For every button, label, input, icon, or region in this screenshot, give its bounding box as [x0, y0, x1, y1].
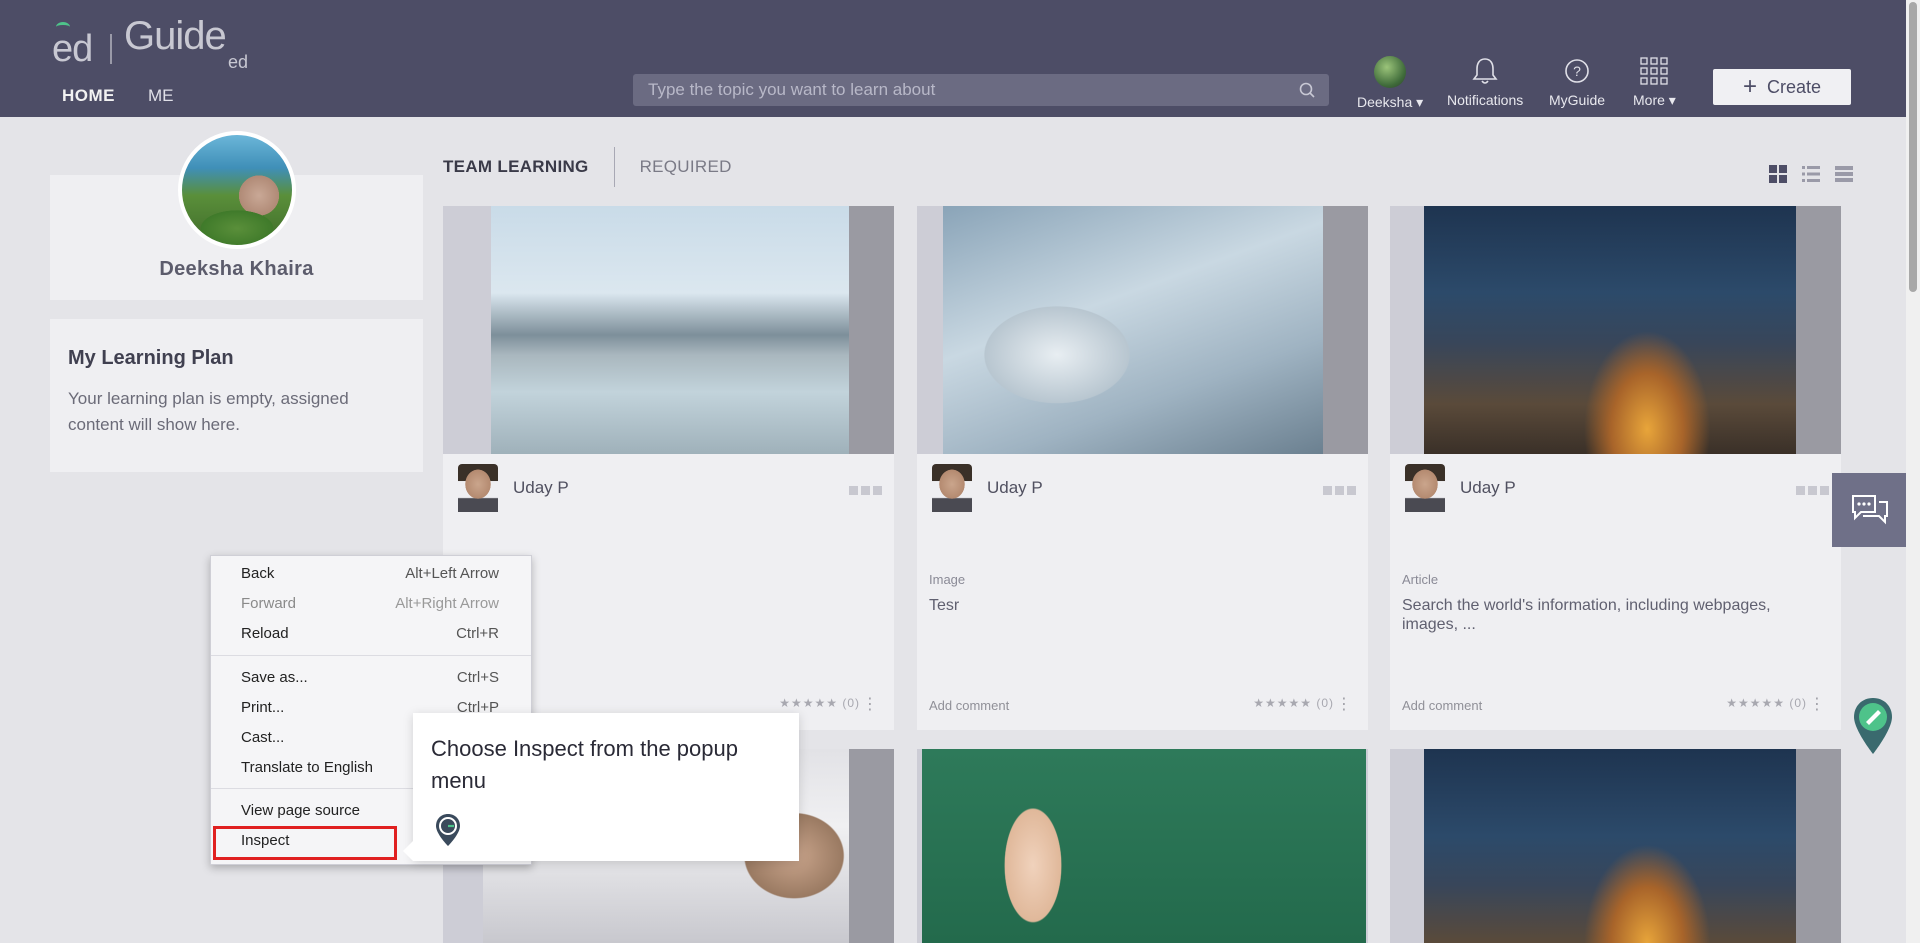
card-rating[interactable]: ★★★★★ (0)	[779, 696, 860, 710]
author-name: Uday P	[513, 478, 569, 497]
user-menu[interactable]: Deeksha ▾	[1357, 56, 1423, 111]
search-bar	[633, 74, 1329, 106]
inspect-highlight	[213, 826, 397, 860]
myguide-pin-icon[interactable]	[1852, 696, 1894, 756]
card-kebab-icon[interactable]: ⋮	[1809, 694, 1825, 714]
more-label: More ▾	[1633, 92, 1676, 108]
nav-me[interactable]: ME	[148, 86, 174, 106]
search-input[interactable]	[633, 74, 1329, 106]
myguide-label: MyGuide	[1549, 92, 1606, 108]
logo-divider	[110, 34, 112, 64]
card-more-icon[interactable]	[1323, 486, 1356, 495]
content-card[interactable]: Uday P Article Search the world's inform…	[1390, 206, 1841, 730]
list-view-icon[interactable]	[1801, 164, 1821, 184]
menu-item-forward: Forward Alt+Right Arrow	[241, 595, 499, 612]
card-author[interactable]: Uday P	[458, 464, 569, 512]
add-comment-link[interactable]: Add comment	[929, 698, 1009, 713]
learning-plan-card: My Learning Plan Your learning plan is e…	[50, 319, 423, 472]
profile-avatar[interactable]	[178, 131, 296, 249]
more-menu[interactable]: More ▾	[1633, 56, 1676, 109]
plus-icon: +	[1742, 73, 1757, 100]
card-kebab-icon[interactable]: ⋮	[1336, 694, 1352, 714]
svg-text:?: ?	[1573, 63, 1581, 79]
content-card[interactable]	[1390, 749, 1841, 943]
card-title[interactable]: Search the world's information, includin…	[1402, 596, 1811, 634]
tooltip-text: Choose Inspect from the popup menu	[431, 736, 738, 793]
notifications-button[interactable]: Notifications	[1447, 56, 1523, 108]
view-toggle	[1768, 164, 1854, 184]
help-icon: ?	[1565, 59, 1589, 83]
create-label: Create	[1766, 76, 1822, 97]
notifications-label: Notifications	[1447, 92, 1524, 108]
menu-divider	[211, 655, 531, 656]
content-card[interactable]	[917, 749, 1368, 943]
card-rating[interactable]: ★★★★★ (0)	[1253, 696, 1334, 710]
chat-icon	[1852, 495, 1888, 525]
guide-tooltip: Choose Inspect from the popup menu	[403, 713, 799, 861]
profile-name[interactable]: Deeksha Khaira	[50, 258, 423, 281]
author-avatar	[932, 464, 972, 512]
author-name: Uday P	[1460, 478, 1516, 497]
card-kebab-icon[interactable]: ⋮	[862, 694, 878, 714]
card-thumbnail[interactable]	[1390, 749, 1841, 943]
learning-plan-title[interactable]: My Learning Plan	[68, 347, 405, 370]
content-card[interactable]: Uday P Image Tesr Add comment ★★★★★ (0) …	[917, 206, 1368, 730]
card-thumbnail[interactable]	[1390, 206, 1841, 454]
card-thumbnail[interactable]	[917, 749, 1368, 943]
menu-item-back[interactable]: Back Alt+Left Arrow	[211, 560, 531, 588]
card-list-view-icon[interactable]	[1834, 164, 1854, 184]
tab-required[interactable]: REQUIRED	[640, 157, 732, 177]
author-avatar	[458, 464, 498, 512]
page-scrollbar[interactable]	[1906, 0, 1920, 943]
card-title[interactable]: Tesr	[929, 596, 1338, 615]
tab-team-learning[interactable]: TEAM LEARNING	[443, 157, 589, 177]
card-type: Image	[929, 572, 966, 587]
menu-item-save-as[interactable]: Save as... Ctrl+S	[211, 664, 531, 692]
card-type: Article	[1402, 572, 1439, 587]
card-rating[interactable]: ★★★★★ (0)	[1726, 696, 1807, 710]
chat-widget-button[interactable]	[1832, 473, 1906, 547]
card-author[interactable]: Uday P	[932, 464, 1043, 512]
apps-grid-icon	[1640, 57, 1669, 85]
content-tabs: TEAM LEARNING REQUIRED	[443, 147, 732, 187]
add-comment-link[interactable]: Add comment	[1402, 698, 1482, 713]
myguide-button[interactable]: ? MyGuide	[1549, 56, 1605, 108]
create-button[interactable]: + Create	[1713, 69, 1851, 105]
grid-view-icon[interactable]	[1768, 164, 1788, 184]
tab-divider	[613, 147, 615, 187]
card-thumbnail[interactable]	[443, 206, 894, 454]
card-more-icon[interactable]	[1796, 486, 1829, 495]
user-avatar	[1374, 56, 1407, 88]
author-name: Uday P	[987, 478, 1043, 497]
card-author[interactable]: Uday P	[1405, 464, 1516, 512]
bell-icon	[1472, 58, 1498, 84]
logo-ed-small-text: ed	[228, 52, 249, 72]
myguide-logo-icon	[436, 814, 460, 846]
search-icon[interactable]	[1299, 82, 1315, 98]
author-avatar	[1405, 464, 1445, 512]
logo-guide-text: Guide	[124, 14, 227, 58]
card-thumbnail[interactable]	[917, 206, 1368, 454]
learning-plan-empty-text: Your learning plan is empty, assigned co…	[68, 389, 349, 434]
top-header: ed Guide ed HOME ME Deeksha ▾ Notificati…	[0, 0, 1906, 117]
scrollbar-thumb[interactable]	[1909, 2, 1917, 292]
user-menu-label: Deeksha ▾	[1357, 94, 1424, 110]
nav-home[interactable]: HOME	[62, 86, 115, 106]
menu-item-reload[interactable]: Reload Ctrl+R	[211, 620, 531, 648]
card-more-icon[interactable]	[849, 486, 882, 495]
logo-ed-text: ed	[52, 28, 93, 70]
